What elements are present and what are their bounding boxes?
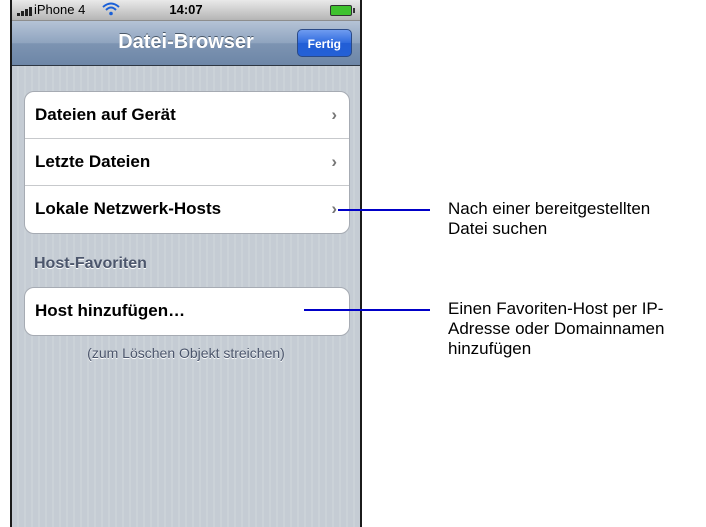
list-item-recent-files[interactable]: Letzte Dateien ›	[25, 139, 349, 186]
callout-text-line: Einen Favoriten-Host per IP-	[448, 299, 664, 318]
done-button[interactable]: Fertig	[296, 29, 352, 57]
callout-text-line: hinzufügen	[448, 339, 532, 358]
battery-icon	[330, 5, 355, 16]
add-host-button[interactable]: Host hinzufügen…	[25, 288, 349, 335]
clock: 14:07	[169, 2, 203, 17]
callout-text-line: Nach einer bereitgestellten	[448, 199, 651, 218]
callout-text-line: Datei suchen	[448, 219, 548, 238]
favorites-group: Host hinzufügen…	[24, 287, 350, 336]
phone-screen: iPhone 4 14:07 Datei-Browser Fertig Date…	[10, 0, 362, 527]
list-item-label: Dateien auf Gerät	[35, 105, 176, 124]
callout-network-hosts: Nach einer bereitgestellten Datei suchen	[448, 199, 650, 239]
navigation-bar: Datei-Browser Fertig	[12, 21, 360, 66]
list-item-label: Letzte Dateien	[35, 152, 151, 171]
add-host-label: Host hinzufügen…	[35, 301, 186, 320]
callout-add-host: Einen Favoriten-Host per IP- Adresse ode…	[448, 299, 664, 359]
list-item-label: Lokale Netzwerk-Hosts	[35, 199, 222, 218]
delete-hint: (zum Löschen Objekt streichen)	[87, 345, 285, 361]
callout-line-add-host	[304, 309, 430, 311]
chevron-right-icon: ›	[331, 152, 337, 171]
status-bar: iPhone 4 14:07	[12, 0, 360, 21]
list-item-device-files[interactable]: Dateien auf Gerät ›	[25, 92, 349, 139]
section-header-favorites: Host-Favoriten	[34, 255, 147, 272]
callout-line-network-hosts	[338, 209, 430, 211]
browse-group: Dateien auf Gerät › Letzte Dateien › Lok…	[24, 91, 350, 234]
chevron-right-icon: ›	[331, 199, 337, 218]
chevron-right-icon: ›	[331, 105, 337, 124]
list-item-local-network-hosts[interactable]: Lokale Netzwerk-Hosts ›	[25, 186, 349, 233]
callout-text-line: Adresse oder Domainnamen	[448, 319, 665, 338]
